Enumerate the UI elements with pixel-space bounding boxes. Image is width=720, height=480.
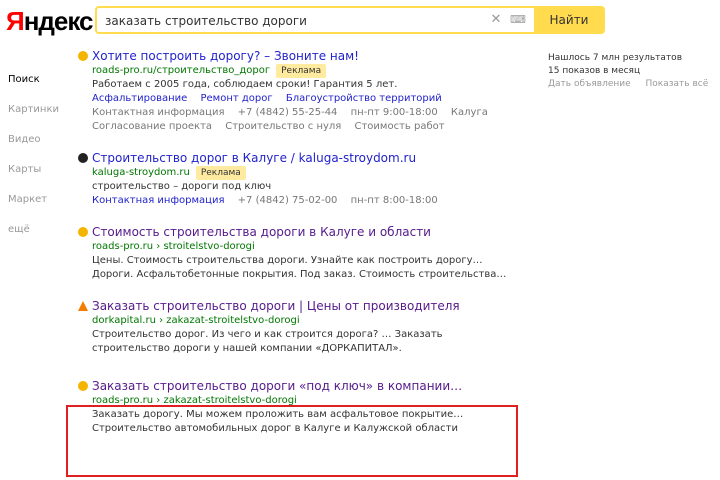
result-snippet: Работаем с 2005 года, соблюдаем сроки! Г… <box>92 79 398 90</box>
result-url[interactable]: roads-pro.ru/строительство_дорог <box>92 65 270 76</box>
keyboard-icon[interactable]: ⌨ <box>509 12 527 28</box>
contact-line: Контактная информация +7 (4842) 75-02-00… <box>92 194 526 208</box>
result-item: Строительство дорог в Калуге / kaluga-st… <box>76 150 526 208</box>
result-snippet-2: строительство дороги у нашей компании «Д… <box>92 343 402 354</box>
highlight-frame <box>66 405 518 477</box>
result-title[interactable]: Стоимость строительства дороги в Калуге … <box>92 224 526 240</box>
search-input[interactable] <box>103 10 487 32</box>
yandex-logo[interactable]: Яндекс <box>6 6 93 37</box>
search-box: ✕ ⌨ Найти <box>96 7 604 33</box>
favicon-icon <box>78 51 88 61</box>
nav-item-more[interactable]: ещё <box>8 220 78 240</box>
result-item: Стоимость строительства дороги в Калуге … <box>76 224 526 282</box>
logo-letter-ya: Я <box>6 6 25 36</box>
ad-badge: Реклама <box>195 166 246 180</box>
result-title[interactable]: Заказать строительство дороги | Цены от … <box>92 298 526 314</box>
result-title[interactable]: Строительство дорог в Калуге / kaluga-st… <box>92 150 526 166</box>
result-url[interactable]: kaluga-stroydom.ru <box>92 167 190 178</box>
result-item: Заказать строительство дороги | Цены от … <box>76 298 526 356</box>
ad-badge: Реклама <box>276 64 327 78</box>
hours-text: пн-пт 8:00-18:00 <box>350 195 438 206</box>
nav-item-search[interactable]: Поиск <box>8 70 78 90</box>
nav-item-images[interactable]: Картинки <box>8 100 78 120</box>
phone-text: +7 (4842) 55-25-44 <box>237 107 338 118</box>
logo-text: ндекс <box>23 6 94 36</box>
extra-links: Согласование проекта Строительство с нул… <box>92 120 526 134</box>
search-verticals-nav: Поиск Картинки Видео Карты Маркет ещё <box>8 70 78 250</box>
results-stats-panel: Нашлось 7 млн результатов 15 показов в м… <box>548 52 713 91</box>
nav-item-video[interactable]: Видео <box>8 130 78 150</box>
search-results: Хотите построить дорогу? – Звоните нам! … <box>76 48 526 448</box>
contact-link[interactable]: Контактная информация <box>92 107 224 118</box>
favicon-icon <box>78 381 88 391</box>
result-snippet-2: Дороги. Асфальтобетонные покрытия. Под з… <box>92 269 507 280</box>
clear-icon[interactable]: ✕ <box>489 12 503 28</box>
sitelink[interactable]: Ремонт дорог <box>201 93 273 104</box>
result-snippet: строительство – дороги под ключ <box>92 181 272 192</box>
result-snippet: Цены. Стоимость строительства дороги. Уз… <box>92 255 483 266</box>
extra-link[interactable]: Согласование проекта <box>92 121 212 132</box>
result-title[interactable]: Хотите построить дорогу? – Звоните нам! <box>92 48 526 64</box>
contact-link[interactable]: Контактная информация <box>92 195 224 206</box>
sitelinks: Асфальтирование Ремонт дорог Благоустрой… <box>92 92 526 106</box>
result-title[interactable]: Заказать строительство дороги «под ключ»… <box>92 378 526 394</box>
result-url[interactable]: dorkapital.ru › zakazat-stroitelstvo-dor… <box>92 314 526 328</box>
favicon-icon <box>78 227 88 237</box>
show-all-link[interactable]: Показать всё <box>646 79 709 89</box>
advertise-link[interactable]: Дать объявление <box>548 79 631 89</box>
extra-link[interactable]: Строительство с нуля <box>225 121 341 132</box>
extra-link[interactable]: Стоимость работ <box>355 121 445 132</box>
nav-item-market[interactable]: Маркет <box>8 190 78 210</box>
result-url[interactable]: roads-pro.ru › stroitelstvo-dorogi <box>92 240 526 254</box>
result-snippet: Строительство дорог. Из чего и как строи… <box>92 329 443 340</box>
warning-icon <box>78 301 88 311</box>
results-count: Нашлось 7 млн результатов <box>548 53 682 63</box>
nav-item-maps[interactable]: Карты <box>8 160 78 180</box>
result-item: Хотите построить дорогу? – Звоните нам! … <box>76 48 526 134</box>
sitelink[interactable]: Асфальтирование <box>92 93 187 104</box>
search-button[interactable]: Найти <box>534 7 604 33</box>
favicon-icon <box>78 153 88 163</box>
sitelink[interactable]: Благоустройство территорий <box>286 93 442 104</box>
contact-line: Контактная информация +7 (4842) 55-25-44… <box>92 106 526 120</box>
phone-text: +7 (4842) 75-02-00 <box>237 195 338 206</box>
monthly-shows: 15 показов в месяц <box>548 66 641 76</box>
city-text: Калуга <box>450 107 488 118</box>
hours-text: пн-пт 9:00-18:00 <box>350 107 438 118</box>
